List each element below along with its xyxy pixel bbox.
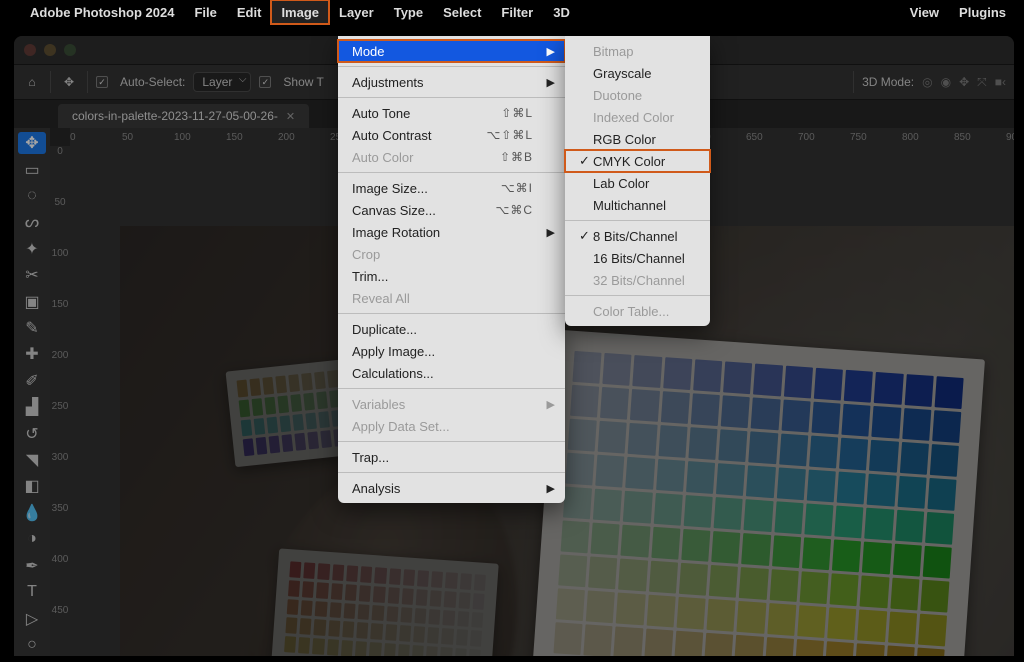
menu-item-auto-tone[interactable]: Auto Tone⇧⌘L	[338, 102, 565, 124]
tool-move[interactable]: ✥	[18, 132, 46, 154]
menu-3d[interactable]: 3D	[543, 0, 580, 24]
menu-item-trap[interactable]: Trap...	[338, 446, 565, 468]
show-transform-label: Show T	[283, 75, 323, 89]
mode-rgb[interactable]: RGB Color	[565, 128, 710, 150]
tools-panel: ✥ ▭ ◌ ᔕ ✦ ✂ ▣ ✎ ✚ ✐ ▟ ↺ ◥ ◧ 💧 ◑ ✒ T ▷ ○	[14, 128, 50, 656]
auto-select-label: Auto-Select:	[120, 75, 185, 89]
menu-item-image-rotation[interactable]: Image Rotation▶	[338, 221, 565, 243]
menu-item-image-size[interactable]: Image Size...⌥⌘I	[338, 177, 565, 199]
document-tab-label: colors-in-palette-2023-11-27-05-00-26-	[72, 109, 278, 123]
tool-dodge[interactable]: ◑	[18, 528, 46, 550]
tool-frame[interactable]: ▣	[18, 290, 46, 312]
menu-edit[interactable]: Edit	[227, 0, 272, 24]
tool-eyedropper[interactable]: ✎	[18, 317, 46, 339]
tool-type[interactable]: T	[18, 581, 46, 603]
mode-grayscale[interactable]: Grayscale	[565, 62, 710, 84]
menu-item-mode[interactable]: Mode▶	[338, 40, 565, 62]
mode-bitmap: Bitmap	[565, 40, 710, 62]
menu-item-auto-contrast[interactable]: Auto Contrast⌥⇧⌘L	[338, 124, 565, 146]
camera-icon[interactable]: ■‹	[995, 75, 1006, 90]
menu-view[interactable]: View	[900, 0, 949, 24]
mode-submenu: Bitmap Grayscale Duotone Indexed Color R…	[565, 36, 710, 326]
tool-crop[interactable]: ✂	[18, 264, 46, 286]
auto-select-dropdown[interactable]: Layer	[193, 72, 251, 92]
document-tab[interactable]: colors-in-palette-2023-11-27-05-00-26- ✕	[58, 104, 309, 128]
menu-item-apply-image[interactable]: Apply Image...	[338, 340, 565, 362]
menu-item-variables: Variables▶	[338, 393, 565, 415]
menu-item-crop: Crop	[338, 243, 565, 265]
tool-brush[interactable]: ✐	[18, 370, 46, 392]
tool-path[interactable]: ▷	[18, 607, 46, 629]
mode-indexed: Indexed Color	[565, 106, 710, 128]
tool-artboard[interactable]: ▭	[18, 158, 46, 180]
menu-item-apply-data-set: Apply Data Set...	[338, 415, 565, 437]
three-d-mode-label: 3D Mode:	[862, 75, 914, 89]
tool-gradient[interactable]: ◧	[18, 475, 46, 497]
mode-duotone: Duotone	[565, 84, 710, 106]
ruler-vertical[interactable]: 050100150200250300350400450	[50, 146, 70, 656]
tool-marquee[interactable]: ◌	[18, 185, 46, 207]
menu-item-auto-color: Auto Color⇧⌘B	[338, 146, 565, 168]
menu-item-trim[interactable]: Trim...	[338, 265, 565, 287]
menu-item-analysis[interactable]: Analysis▶	[338, 477, 565, 499]
mode-lab[interactable]: Lab Color	[565, 172, 710, 194]
tool-heal[interactable]: ✚	[18, 343, 46, 365]
tool-blur[interactable]: 💧	[18, 502, 46, 524]
zoom-button[interactable]	[64, 44, 76, 56]
tool-eraser[interactable]: ◥	[18, 449, 46, 471]
menu-item-reveal-all: Reveal All	[338, 287, 565, 309]
menu-plugins[interactable]: Plugins	[949, 0, 1016, 24]
tool-stamp[interactable]: ▟	[18, 396, 46, 418]
menu-filter[interactable]: Filter	[491, 0, 543, 24]
tool-lasso[interactable]: ᔕ	[18, 211, 46, 233]
close-button[interactable]	[24, 44, 36, 56]
tool-pen[interactable]: ✒	[18, 555, 46, 577]
close-tab-icon[interactable]: ✕	[286, 110, 295, 123]
orbit-icon[interactable]: ◎	[922, 75, 932, 90]
app-name[interactable]: Adobe Photoshop 2024	[20, 0, 184, 24]
auto-select-checkbox[interactable]: ✓	[96, 76, 108, 88]
move-tool-icon[interactable]: ✥	[59, 73, 79, 91]
mode-8bit[interactable]: ✓8 Bits/Channel	[565, 225, 710, 247]
menu-image[interactable]: Image	[271, 0, 329, 24]
tool-wand[interactable]: ✦	[18, 238, 46, 260]
menu-item-calculations[interactable]: Calculations...	[338, 362, 565, 384]
macos-menubar: Adobe Photoshop 2024 File Edit Image Lay…	[0, 0, 1024, 24]
menu-item-duplicate[interactable]: Duplicate...	[338, 318, 565, 340]
menu-item-adjustments[interactable]: Adjustments▶	[338, 71, 565, 93]
mode-color-table: Color Table...	[565, 300, 710, 322]
mode-multichannel[interactable]: Multichannel	[565, 194, 710, 216]
menu-item-canvas-size[interactable]: Canvas Size...⌥⌘C	[338, 199, 565, 221]
mode-32bit: 32 Bits/Channel	[565, 269, 710, 291]
three-d-mode-icons[interactable]: ◎ ◉ ✥ ⤧ ■‹	[922, 75, 1006, 90]
tool-history[interactable]: ↺	[18, 422, 46, 444]
menu-type[interactable]: Type	[384, 0, 433, 24]
minimize-button[interactable]	[44, 44, 56, 56]
menu-select[interactable]: Select	[433, 0, 491, 24]
mode-16bit[interactable]: 16 Bits/Channel	[565, 247, 710, 269]
menu-file[interactable]: File	[184, 0, 226, 24]
slide-icon[interactable]: ⤧	[977, 75, 987, 90]
pan-icon[interactable]: ✥	[959, 75, 969, 90]
roll-icon[interactable]: ◉	[941, 75, 951, 90]
show-transform-checkbox[interactable]: ✓	[259, 76, 271, 88]
mode-cmyk[interactable]: ✓CMYK Color	[565, 150, 710, 172]
home-icon[interactable]: ⌂	[22, 73, 42, 91]
menu-layer[interactable]: Layer	[329, 0, 384, 24]
image-menu-dropdown: Mode▶ Adjustments▶ Auto Tone⇧⌘L Auto Con…	[338, 36, 565, 503]
tool-shape[interactable]: ○	[18, 634, 46, 656]
